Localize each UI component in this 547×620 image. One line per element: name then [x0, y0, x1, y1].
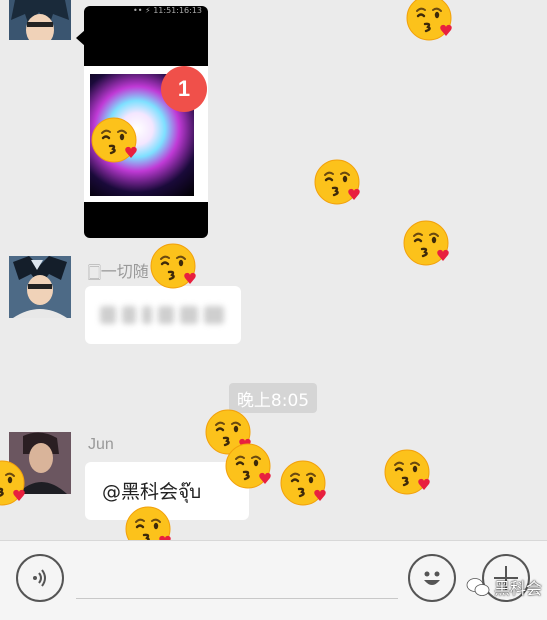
kissing-face-emoji-icon [224, 442, 274, 492]
kissing-face-emoji-icon [279, 459, 329, 509]
kissing-face-emoji-icon [90, 116, 140, 166]
sender-name: 🀆一切随 [88, 264, 149, 281]
kissing-face-emoji-icon [0, 459, 28, 509]
kissing-face-emoji-icon [402, 219, 452, 269]
watermark: 黑科会 [466, 575, 542, 599]
avatar[interactable] [9, 0, 71, 40]
input-bar [0, 540, 547, 620]
kissing-face-emoji-icon [405, 0, 455, 44]
avatar[interactable] [9, 256, 71, 318]
kissing-face-emoji-icon [383, 448, 433, 498]
voice-icon [33, 569, 46, 587]
kissing-face-emoji-icon [313, 158, 363, 208]
notification-badge: 1 [161, 66, 207, 112]
sender-name: Jun [88, 436, 114, 453]
blurred-message-text [100, 302, 230, 328]
status-bar-text: •• ⚡ 11:51:16:13 [133, 6, 202, 15]
watermark-text: 黑科会 [494, 579, 543, 598]
wechat-icon [466, 578, 490, 596]
smiley-icon [424, 571, 440, 585]
message-input[interactable] [76, 598, 398, 599]
message-text: @黑科会จุ๊บ [102, 481, 202, 503]
voice-button[interactable] [16, 554, 64, 602]
kissing-face-emoji-icon [149, 242, 199, 292]
emoji-button[interactable] [408, 554, 456, 602]
